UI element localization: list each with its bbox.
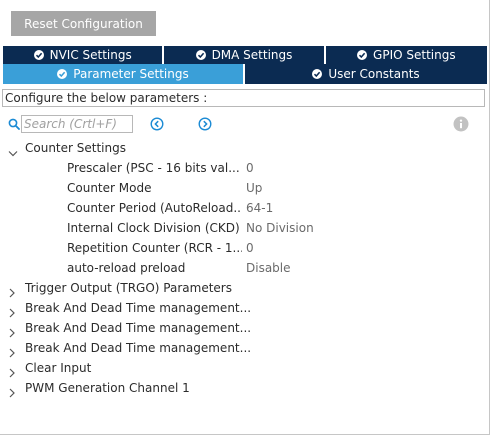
parameter-value[interactable]: 0 (246, 158, 254, 178)
parameter-name: auto-reload preload (67, 261, 186, 275)
tree-group-pwm-channel-1[interactable]: PWM Generation Channel 1 (0, 378, 489, 398)
tab-label: DMA Settings (211, 48, 293, 62)
tree-group-counter-settings[interactable]: Counter Settings (0, 138, 489, 158)
tab-nvic-settings[interactable]: NVIC Settings (3, 46, 165, 64)
tree-group-break-dead-time-1[interactable]: Break And Dead Time management... (0, 298, 489, 318)
chevron-right-icon[interactable] (8, 384, 16, 404)
tree-group-label: Clear Input (25, 361, 92, 375)
parameter-name: Repetition Counter (RCR - 1... (67, 241, 242, 255)
tree-group-break-dead-time-2[interactable]: Break And Dead Time management... (0, 318, 489, 338)
check-circle-icon (57, 69, 68, 79)
tree-group-label: Break And Dead Time management... (25, 301, 252, 315)
tab-dma-settings[interactable]: DMA Settings (164, 46, 326, 64)
search-icon (8, 118, 20, 133)
parameter-value[interactable]: 0 (246, 238, 254, 258)
search-input[interactable] (21, 115, 133, 133)
tree-group-label: Break And Dead Time management... (25, 341, 252, 355)
tree-group-label: Trigger Output (TRGO) Parameters (25, 281, 232, 295)
parameter-value[interactable]: Up (246, 178, 262, 198)
configure-parameters-label: Configure the below parameters : (2, 89, 485, 107)
tab-label: GPIO Settings (373, 48, 456, 62)
parameter-value[interactable]: No Division (246, 218, 314, 238)
tab-row-bottom: Parameter Settings User Constants (3, 64, 487, 84)
tree-group-label: Counter Settings (25, 141, 126, 155)
tab-label: User Constants (328, 67, 420, 81)
tab-label: Parameter Settings (73, 67, 189, 81)
tree-group-clear-input[interactable]: Clear Input (0, 358, 489, 378)
parameter-name: Counter Mode (67, 181, 152, 195)
info-icon[interactable] (453, 116, 469, 135)
tree-group-break-dead-time-3[interactable]: Break And Dead Time management... (0, 338, 489, 358)
parameter-row[interactable]: Repetition Counter (RCR - 1... 0 (0, 238, 489, 258)
parameter-panel: Reset Configuration NVIC Settings DMA Se… (0, 0, 490, 435)
tab-row-top: NVIC Settings DMA Settings GPIO Settings (3, 46, 487, 64)
tab-parameter-settings[interactable]: Parameter Settings (3, 64, 245, 84)
parameter-value[interactable]: 64-1 (246, 198, 273, 218)
parameter-row[interactable]: auto-reload preload Disable (0, 258, 489, 278)
check-circle-icon (195, 50, 206, 60)
tab-gpio-settings[interactable]: GPIO Settings (325, 46, 487, 64)
tab-user-constants[interactable]: User Constants (245, 64, 487, 84)
parameter-value[interactable]: Disable (246, 258, 291, 278)
parameter-row[interactable]: Counter Period (AutoReload... 64-1 (0, 198, 489, 218)
tree-group-trigger-output[interactable]: Trigger Output (TRGO) Parameters (0, 278, 489, 298)
tree-group-label: PWM Generation Channel 1 (25, 381, 190, 395)
circle-chevron-left-icon[interactable] (150, 117, 164, 134)
tree-group-label: Break And Dead Time management... (25, 321, 252, 335)
reset-configuration-button[interactable]: Reset Configuration (11, 11, 156, 36)
parameter-name: Internal Clock Division (CKD) (67, 221, 240, 235)
parameter-row[interactable]: Prescaler (PSC - 16 bits val... 0 (0, 158, 489, 178)
parameter-name: Prescaler (PSC - 16 bits val... (67, 161, 240, 175)
parameter-row[interactable]: Internal Clock Division (CKD) No Divisio… (0, 218, 489, 238)
check-circle-icon (312, 69, 323, 79)
tab-label: NVIC Settings (49, 48, 132, 62)
parameter-name: Counter Period (AutoReload... (67, 201, 242, 215)
circle-chevron-right-icon[interactable] (198, 117, 212, 134)
check-circle-icon (33, 50, 44, 60)
parameter-tree: Counter Settings Prescaler (PSC - 16 bit… (0, 138, 489, 398)
parameter-row[interactable]: Counter Mode Up (0, 178, 489, 198)
check-circle-icon (357, 50, 368, 60)
